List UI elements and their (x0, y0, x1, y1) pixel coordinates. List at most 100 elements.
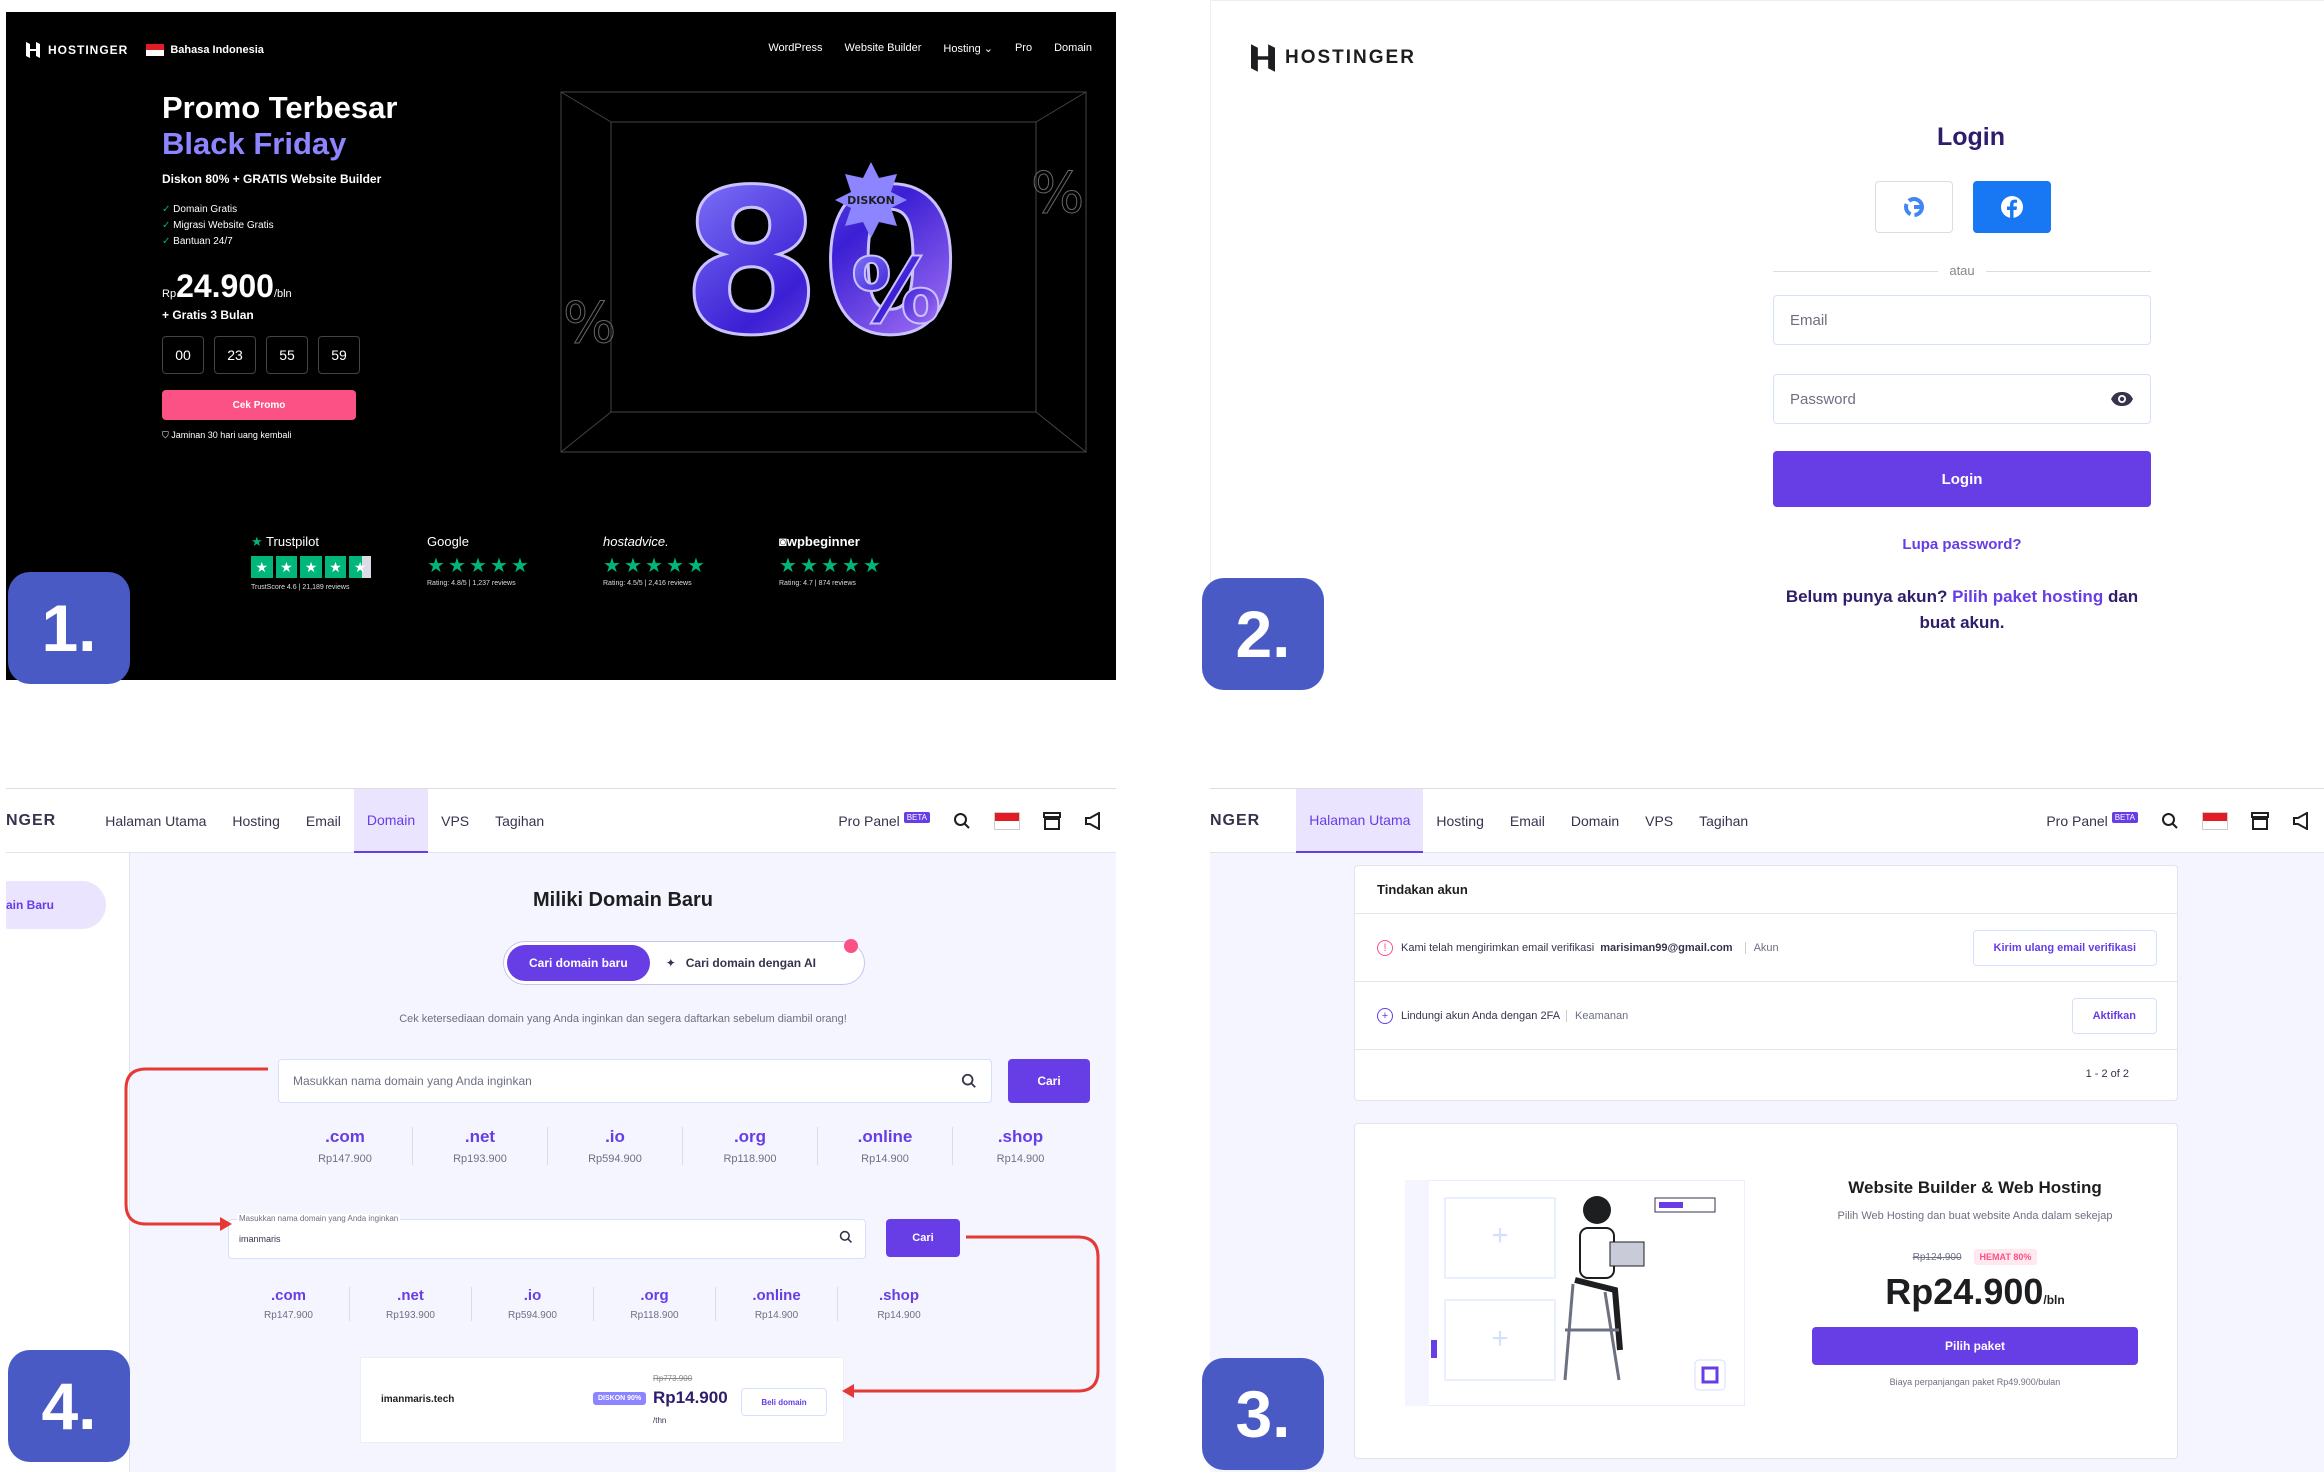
tab-email[interactable]: Email (293, 789, 354, 853)
plus-circle-icon: + (1377, 1007, 1393, 1024)
tld-item[interactable]: .online Rp14.900 (818, 1127, 953, 1165)
tab-vps[interactable]: VPS (428, 789, 482, 853)
choose-hosting-link[interactable]: Pilih paket hosting (1952, 587, 2103, 606)
star-icon: ★ (324, 556, 347, 578)
megaphone-icon[interactable] (2292, 811, 2312, 831)
hostinger-logo-icon (26, 42, 40, 58)
toggle-ai-domain[interactable]: ✦ Cari domain dengan AI (650, 956, 832, 970)
tld-item[interactable]: .org Rp118.900 (683, 1127, 818, 1165)
buy-domain-button[interactable]: Beli domain (741, 1388, 827, 1416)
menu-website-builder[interactable]: Website Builder (845, 42, 922, 55)
search-button[interactable]: Cari (1008, 1059, 1090, 1103)
tld-item[interactable]: .net Rp193.900 (413, 1127, 548, 1165)
tld-item[interactable]: .com Rp147.900 (228, 1287, 350, 1321)
brand[interactable]: NGER (6, 812, 56, 830)
pro-panel-link[interactable]: Pro Panel BETA (2046, 811, 2138, 829)
search-icon[interactable] (2160, 811, 2180, 831)
pro-panel-link[interactable]: Pro Panel BETA (838, 811, 930, 829)
rating-google[interactable]: Google ★ ★ ★ ★ ★ Rating: 4.8/5 | 1,237 revie… (427, 534, 547, 591)
menu-hosting[interactable]: Hosting ⌄ (943, 42, 993, 55)
hostinger-logo[interactable]: HOSTINGER (26, 42, 128, 58)
svg-text:DISKON: DISKON (847, 194, 895, 207)
language-selector[interactable]: Bahasa Indonesia (146, 44, 264, 56)
tab-halaman-utama[interactable]: Halaman Utama (1296, 789, 1424, 853)
star-icon: ★ (300, 556, 322, 578)
star-icon: ★ (666, 554, 684, 577)
svg-text:%: % (563, 291, 616, 356)
step-badge-2: 2. (1202, 578, 1324, 690)
star-icon: ★ (427, 554, 445, 577)
search-button[interactable]: Cari (886, 1219, 960, 1257)
page-title: Miliki Domain Baru (532, 889, 714, 911)
rating-trustpilot[interactable]: ★ Trustpilot ★ ★ ★ ★ ★ TrustScore 4.6 | 21,1… (251, 534, 371, 591)
search-icon (961, 1073, 976, 1088)
star-icon: ★ (863, 554, 881, 577)
tld-item[interactable]: .online Rp14.900 (716, 1287, 838, 1321)
brand[interactable]: NGER (1210, 812, 1260, 830)
email-field[interactable]: Email (1773, 295, 2151, 345)
star-icon: ★ (800, 554, 818, 577)
google-login-button[interactable] (1875, 181, 1953, 233)
person-with-laptop-illustration: + + (1405, 1180, 1745, 1406)
hostinger-logo[interactable]: HOSTINGER (1251, 43, 1416, 73)
search-mode-toggle: Cari domain baru ✦ Cari domain dengan AI (503, 941, 865, 985)
tab-tagihan[interactable]: Tagihan (1686, 789, 1761, 853)
tab-hosting[interactable]: Hosting (1423, 789, 1496, 853)
login-button[interactable]: Login (1773, 451, 2151, 507)
card-title: Tindakan akun (1355, 866, 2177, 914)
star-icon: ★ (511, 554, 529, 577)
star-icon: ★ (624, 554, 642, 577)
enable-2fa-button[interactable]: Aktifkan (2071, 997, 2157, 1034)
tab-hosting[interactable]: Hosting (219, 789, 292, 853)
resend-verification-button[interactable]: Kirim ulang email verifikasi (1972, 929, 2157, 966)
rating-wpbeginner[interactable]: ◙wpbeginner ★ ★ ★ ★ ★ Rating: 4.7 | 874 revi… (779, 534, 899, 591)
password-field[interactable]: Password (1773, 374, 2151, 424)
result-period: /thn (653, 1416, 667, 1425)
promo-headline-accent: Black Friday (162, 126, 347, 161)
menu-pro[interactable]: Pro (1015, 42, 1032, 55)
store-icon[interactable] (2250, 811, 2270, 831)
tld-item[interactable]: .io Rp594.900 (548, 1127, 683, 1165)
tld-item[interactable]: .io Rp594.900 (472, 1287, 594, 1321)
eye-icon[interactable] (2110, 391, 2134, 407)
menu-domain[interactable]: Domain (1054, 42, 1092, 55)
sidebar-item-domain-baru[interactable]: ain Baru (6, 881, 106, 929)
choose-plan-button[interactable]: Pilih paket (1812, 1327, 2138, 1365)
product-price: Rp24.900/bln (1885, 1271, 2065, 1312)
forgot-password-link[interactable]: Lupa password? (1773, 536, 2151, 553)
tld-item[interactable]: .org Rp118.900 (594, 1287, 716, 1321)
domain-search-input-filled[interactable]: Masukkan nama domain yang Anda inginkan … (228, 1214, 866, 1259)
eighty-percent-hero-graphic: 80 DISKON % % % (560, 91, 1087, 453)
cek-promo-button[interactable]: Cek Promo (162, 390, 356, 420)
domain-search-page: NGER Halaman Utama Hosting Email Domain … (6, 788, 1116, 1472)
rating-hostadvice[interactable]: hostadvice. ★ ★ ★ ★ ★ Rating: 4.5/5 | 2,416 … (603, 534, 723, 591)
search-icon[interactable] (952, 811, 972, 831)
feature-item: Migrasi Website Gratis (162, 218, 273, 234)
tab-vps[interactable]: VPS (1632, 789, 1686, 853)
menu-wordpress[interactable]: WordPress (768, 42, 822, 55)
tld-item[interactable]: .shop Rp14.900 (953, 1127, 1088, 1165)
domain-search-input[interactable]: Masukkan nama domain yang Anda inginkan (278, 1059, 992, 1103)
indonesia-flag-icon[interactable] (2202, 811, 2228, 830)
tab-domain[interactable]: Domain (1558, 789, 1632, 853)
tld-item[interactable]: .shop Rp14.900 (838, 1287, 960, 1321)
promo-headline: Promo Terbesar (162, 90, 398, 125)
indonesia-flag-icon[interactable] (994, 811, 1020, 830)
svg-text:%: % (1031, 161, 1084, 226)
tab-domain[interactable]: Domain (353, 789, 429, 853)
hpanel-nav: NGER Halaman Utama Hosting Email Domain … (6, 789, 1116, 853)
tab-email[interactable]: Email (1497, 789, 1558, 853)
store-icon[interactable] (1042, 811, 1062, 831)
timer-hours: 23 (214, 336, 256, 374)
tld-item[interactable]: .com Rp147.900 (278, 1127, 413, 1165)
tld-item[interactable]: .net Rp193.900 (350, 1287, 472, 1321)
shield-icon: ⛉ (162, 430, 169, 440)
star-icon: ★ (251, 556, 273, 578)
guarantee-note: ⛉ Jaminan 30 hari uang kembali (162, 430, 292, 440)
tab-tagihan[interactable]: Tagihan (482, 789, 557, 853)
megaphone-icon[interactable] (1084, 811, 1104, 831)
tab-halaman-utama[interactable]: Halaman Utama (92, 789, 219, 853)
step-badge-1: 1. (8, 572, 130, 684)
facebook-login-button[interactable] (1973, 181, 2051, 233)
toggle-new-domain[interactable]: Cari domain baru (507, 945, 650, 981)
